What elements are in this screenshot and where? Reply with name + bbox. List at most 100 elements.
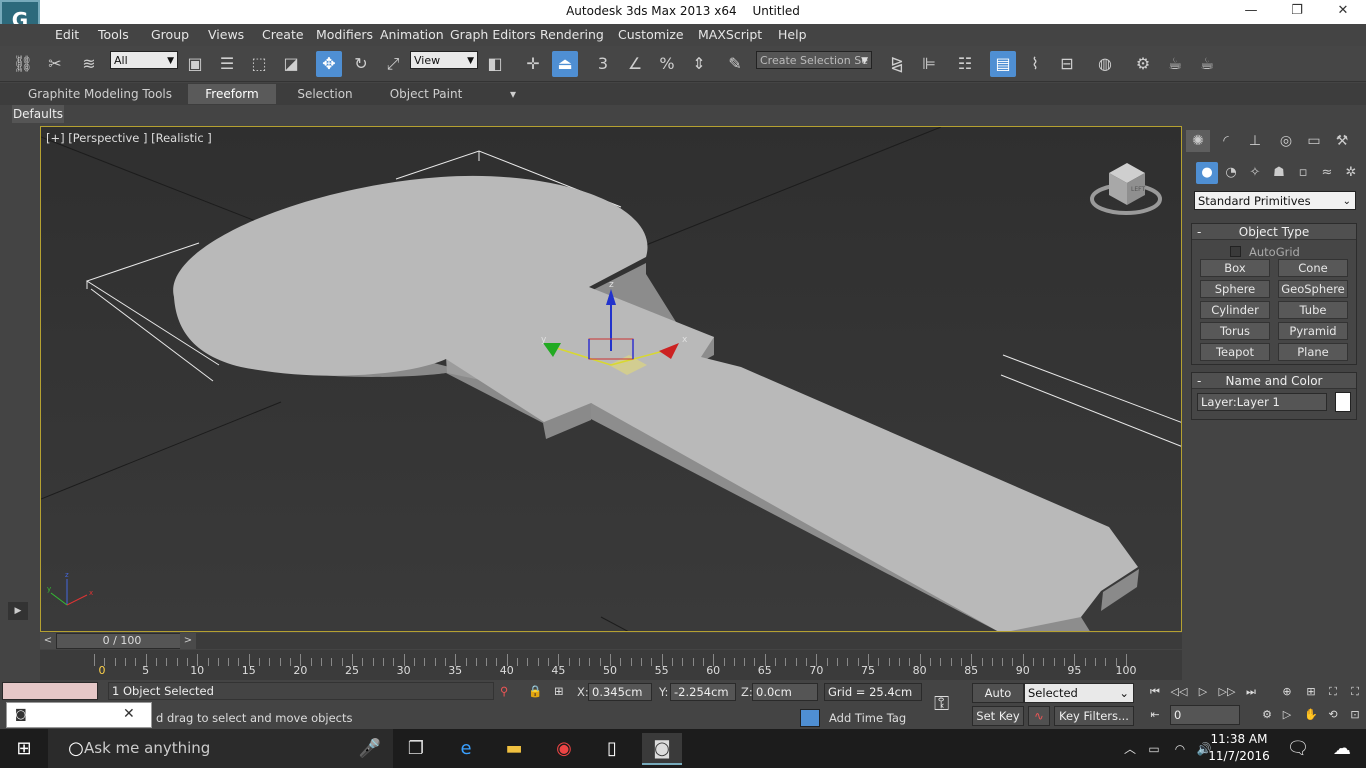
percent-snap-icon[interactable]: % [654, 51, 680, 77]
isolate-selection-icon[interactable]: ⚲ [500, 684, 508, 698]
zoom-extents-icon[interactable]: ⛶ [1322, 682, 1344, 702]
set-key-icon[interactable]: ⚿ [934, 691, 949, 715]
menu-views[interactable]: Views [208, 27, 244, 42]
pivot-center-icon[interactable]: ◧ [482, 51, 508, 77]
lock-icon[interactable]: 🔒 [528, 684, 542, 698]
go-to-end-icon[interactable]: ⏭ [1240, 682, 1262, 702]
spatula-object[interactable] [173, 176, 1139, 632]
microphone-icon[interactable]: 🎤 [350, 733, 390, 765]
time-tag-icon[interactable] [800, 709, 820, 727]
menu-animation[interactable]: Animation [380, 27, 444, 42]
selection-filter-select[interactable]: All ▼ [110, 51, 178, 69]
cloud-icon[interactable]: ☁ [1322, 733, 1362, 765]
spinner-snap-icon[interactable]: ⇕ [686, 51, 712, 77]
taskbar-thumbnail-popup[interactable]: ◙ ✕ [6, 702, 152, 728]
menu-graph-editors[interactable]: Graph Editors [450, 27, 536, 42]
space-warps-icon[interactable]: ≈ [1316, 162, 1338, 184]
time-slider[interactable]: < 0 / 100 > [40, 633, 1182, 649]
window-crossing-icon[interactable]: ◪ [278, 51, 304, 77]
menu-help[interactable]: Help [778, 27, 807, 42]
prev-frame-icon[interactable]: < [40, 633, 56, 649]
rectangular-selection-icon[interactable]: ⬚ [246, 51, 272, 77]
play-icon[interactable]: ▷ [1192, 682, 1214, 702]
shapes-icon[interactable]: ◔ [1220, 162, 1242, 184]
close-icon[interactable]: ✕ [1320, 0, 1366, 24]
system-clock[interactable]: 11:38 AM 11/7/2016 [1204, 731, 1274, 765]
move-icon[interactable]: ✥ [316, 51, 342, 77]
rendered-frame-window-icon[interactable]: ☕ [1162, 51, 1188, 77]
track-bar[interactable]: 0 5 10 15 20 25 30 35 40 45 50 55 60 65 70 75 80 85 90 95 10… [40, 650, 1182, 680]
link-icon[interactable]: ⛓ [10, 51, 36, 77]
autogrid-checkbox[interactable]: AutoGrid [1230, 245, 1300, 259]
create-tab-icon[interactable]: ✺ [1186, 130, 1210, 152]
sphere-button[interactable]: Sphere [1200, 280, 1270, 298]
named-selection-set-input[interactable]: Create Selection Se ▼ [756, 51, 872, 69]
minimize-icon[interactable]: — [1228, 0, 1274, 24]
zoom-all-icon[interactable]: ⊞ [1300, 682, 1322, 702]
tab-graphite-modeling-tools[interactable]: Graphite Modeling Tools [26, 84, 174, 104]
primitive-category-select[interactable]: Standard Primitives ⌄ [1194, 191, 1356, 210]
play-arrow-icon[interactable]: ▶ [8, 602, 28, 620]
chrome-icon[interactable]: ◉ [544, 733, 584, 765]
object-color-swatch[interactable] [1335, 392, 1351, 412]
next-key-icon[interactable]: ▷▷ [1216, 682, 1238, 702]
geosphere-button[interactable]: GeoSphere [1278, 280, 1348, 298]
modify-tab-icon[interactable]: ◜ [1214, 130, 1238, 152]
motion-tab-icon[interactable]: ◎ [1274, 130, 1298, 152]
set-key-button[interactable]: Set Key [972, 706, 1024, 726]
cylinder-button[interactable]: Cylinder [1200, 301, 1270, 319]
menu-customize[interactable]: Customize [618, 27, 684, 42]
select-object-icon[interactable]: ▣ [182, 51, 208, 77]
layer-manager-icon[interactable]: ☷ [952, 51, 978, 77]
render-setup-icon[interactable]: ⚙ [1130, 51, 1156, 77]
orbit-icon[interactable]: ⟲ [1322, 705, 1344, 725]
align-icon[interactable]: ⊫ [916, 51, 942, 77]
pyramid-button[interactable]: Pyramid [1278, 322, 1348, 340]
edit-named-selection-icon[interactable]: ✎ [722, 51, 748, 77]
menu-rendering[interactable]: Rendering [540, 27, 604, 42]
menu-group[interactable]: Group [151, 27, 189, 42]
maxscript-listener-field[interactable] [2, 682, 98, 700]
plane-button[interactable]: Plane [1278, 343, 1348, 361]
geometry-icon[interactable]: ● [1196, 162, 1218, 184]
render-teapot-icon[interactable]: ☕ [1194, 51, 1220, 77]
cortana-search-box[interactable]: Ask me anything [48, 729, 393, 768]
box-button[interactable]: Box [1200, 259, 1270, 277]
hierarchy-tab-icon[interactable]: ⊥ [1243, 130, 1267, 152]
absolute-mode-icon[interactable]: ⊞ [554, 684, 564, 698]
select-by-name-icon[interactable]: ☰ [214, 51, 240, 77]
cameras-icon[interactable]: ☗ [1268, 162, 1290, 184]
reference-coordinate-select[interactable]: View ▼ [410, 51, 478, 69]
mirror-icon[interactable]: ⧎ [884, 51, 910, 77]
maximize-viewport-icon[interactable]: ⊡ [1344, 705, 1366, 725]
time-configuration-icon[interactable]: ⚙ [1256, 705, 1278, 725]
viewport-label[interactable]: [+] [Perspective ] [Realistic ] [46, 131, 212, 145]
select-manipulate-icon[interactable]: ✛ [520, 51, 546, 77]
task-view-icon[interactable]: ❐ [396, 733, 436, 765]
menu-tools[interactable]: Tools [98, 27, 129, 42]
key-mode-toggle-icon[interactable]: ⇤ [1144, 705, 1166, 725]
go-to-start-icon[interactable]: ⏮ [1144, 682, 1166, 702]
snap-toggle-icon[interactable]: 3 [590, 51, 616, 77]
3ds-max-taskbar-icon[interactable]: ◙ [642, 733, 682, 765]
helpers-icon[interactable]: ▫ [1292, 162, 1314, 184]
add-time-tag-button[interactable]: Add Time Tag [829, 711, 906, 725]
tab-freeform[interactable]: Freeform [188, 84, 276, 104]
field-of-view-icon[interactable]: ▷ [1276, 705, 1298, 725]
display-tab-icon[interactable]: ▭ [1302, 130, 1326, 152]
zoom-extents-all-icon[interactable]: ⛶ [1344, 682, 1366, 702]
notifications-icon[interactable]: 🗨 [1278, 733, 1318, 765]
material-editor-icon[interactable]: ◍ [1092, 51, 1118, 77]
lights-icon[interactable]: ✧ [1244, 162, 1266, 184]
y-coordinate-field[interactable]: -2.254cm [670, 683, 736, 701]
unlink-icon[interactable]: ✂ [42, 51, 68, 77]
object-name-input[interactable]: Layer:Layer 1 [1197, 393, 1327, 411]
tab-object-paint[interactable]: Object Paint [380, 84, 472, 104]
perspective-viewport[interactable]: x y z LEFT x y z [+] [Perspective ] [Rea… [40, 126, 1182, 632]
menu-maxscript[interactable]: MAXScript [698, 27, 762, 42]
file-explorer-icon[interactable]: ▬ [494, 733, 534, 765]
systems-icon[interactable]: ✲ [1340, 162, 1362, 184]
keyboard-shortcut-override-icon[interactable]: ⏏ [552, 51, 578, 77]
internet-explorer-icon[interactable]: e [446, 733, 486, 765]
key-mode-select[interactable]: Selected ⌄ [1024, 683, 1134, 703]
